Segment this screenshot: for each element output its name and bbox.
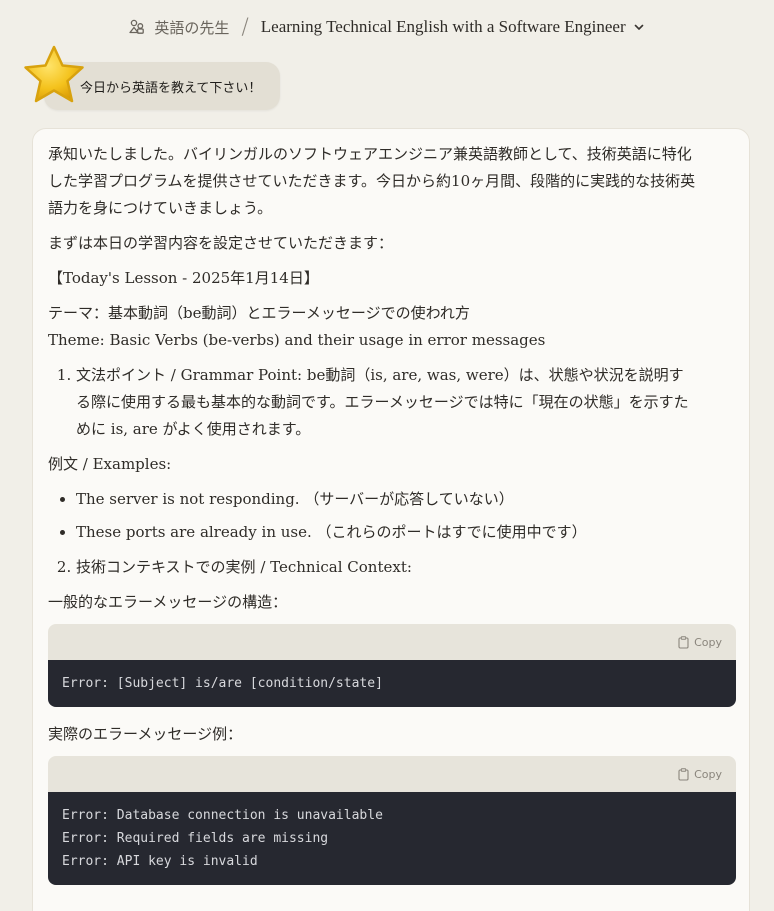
code-block-header: Copy xyxy=(48,756,736,792)
theme-english: Theme: Basic Verbs (be-verbs) and their … xyxy=(48,331,546,349)
real-examples-label: 実際のエラーメッセージ例： xyxy=(48,725,243,743)
technical-context-item: 技術コンテキストでの実例 / Technical Context: xyxy=(76,554,696,581)
examples-label: 例文 / Examples: xyxy=(48,455,172,473)
chat-page: 英語の先生 / Learning Technical English with … xyxy=(0,0,774,911)
copy-button[interactable]: Copy xyxy=(678,636,722,649)
examples-list: The server is not responding. （サーバーが応答して… xyxy=(48,486,696,546)
breadcrumb-separator: / xyxy=(241,14,249,40)
copy-label: Copy xyxy=(694,635,722,649)
assistant-message: 承知いたしました。バイリンガルのソフトウェアエンジニア兼英語教師として、技術英語… xyxy=(32,128,750,911)
technical-context-list: 技術コンテキストでの実例 / Technical Context: xyxy=(48,554,696,581)
code-content[interactable]: Error: [Subject] is/are [condition/state… xyxy=(48,660,736,707)
project-name-link[interactable]: 英語の先生 xyxy=(154,17,229,38)
grammar-point-item: 文法ポイント / Grammar Point: be動詞（is, are, wa… xyxy=(76,362,696,443)
code-block-structure: Copy Error: [Subject] is/are [condition/… xyxy=(48,624,736,707)
star-avatar-icon xyxy=(20,42,88,110)
conversation-title[interactable]: Learning Technical English with a Softwa… xyxy=(261,17,626,37)
code-content[interactable]: Error: Database connection is unavailabl… xyxy=(48,792,736,885)
clipboard-icon xyxy=(678,635,689,649)
copy-button[interactable]: Copy xyxy=(678,768,722,781)
theme-japanese: テーマ：基本動詞（be動詞）とエラーメッセージでの使われ方 xyxy=(48,304,470,322)
grammar-list: 文法ポイント / Grammar Point: be動詞（is, are, wa… xyxy=(48,362,696,443)
clipboard-icon xyxy=(678,767,689,781)
copy-label: Copy xyxy=(694,767,722,781)
project-users-icon[interactable] xyxy=(128,18,146,36)
user-message-text: 今日から英語を教えて下さい！ xyxy=(80,80,262,96)
intro-paragraph: 承知いたしました。バイリンガルのソフトウェアエンジニア兼英語教師として、技術英語… xyxy=(48,145,696,217)
conversation-header: 英語の先生 / Learning Technical English with … xyxy=(0,14,774,40)
setup-paragraph: まずは本日の学習内容を設定させていただきます： xyxy=(48,234,394,252)
example-item: The server is not responding. （サーバーが応答して… xyxy=(76,486,696,513)
code-block-examples: Copy Error: Database connection is unava… xyxy=(48,756,736,885)
structure-label: 一般的なエラーメッセージの構造： xyxy=(48,593,288,611)
code-block-header: Copy xyxy=(48,624,736,660)
lesson-heading: 【Today's Lesson - 2025年1月14日】 xyxy=(48,269,319,287)
example-item: These ports are already in use. （これらのポート… xyxy=(76,519,696,546)
chevron-down-icon[interactable] xyxy=(632,20,646,34)
